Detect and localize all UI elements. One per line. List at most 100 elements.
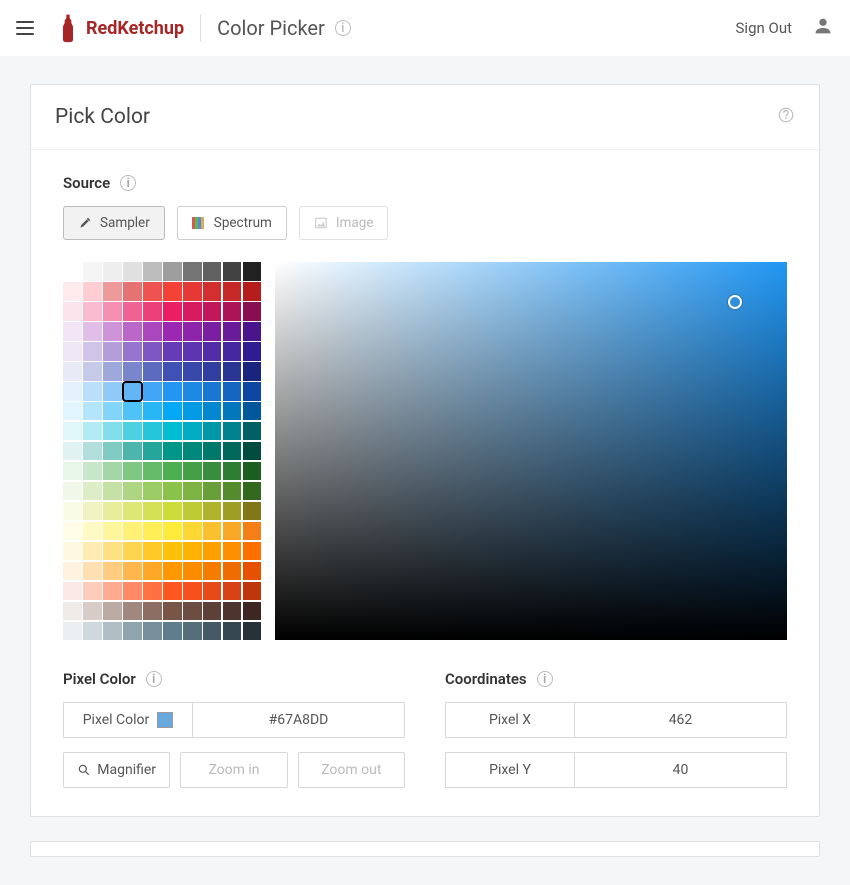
swatch[interactable] xyxy=(143,442,162,461)
swatch[interactable] xyxy=(143,282,162,301)
user-icon[interactable] xyxy=(812,15,834,41)
swatch[interactable] xyxy=(123,522,142,541)
swatch[interactable] xyxy=(243,442,262,461)
swatch[interactable] xyxy=(83,622,102,641)
swatch[interactable] xyxy=(83,422,102,441)
swatch[interactable] xyxy=(243,562,262,581)
swatch[interactable] xyxy=(163,622,182,641)
swatch[interactable] xyxy=(103,622,122,641)
swatch[interactable] xyxy=(203,322,222,341)
swatch[interactable] xyxy=(163,582,182,601)
swatch[interactable] xyxy=(63,462,82,481)
swatch[interactable] xyxy=(83,362,102,381)
swatch[interactable] xyxy=(163,362,182,381)
swatch[interactable] xyxy=(123,322,142,341)
swatch[interactable] xyxy=(83,462,102,481)
swatch[interactable] xyxy=(163,522,182,541)
swatch[interactable] xyxy=(163,462,182,481)
swatch[interactable] xyxy=(143,342,162,361)
swatch[interactable] xyxy=(123,602,142,621)
swatch[interactable] xyxy=(83,402,102,421)
swatch[interactable] xyxy=(103,402,122,421)
swatch[interactable] xyxy=(243,462,262,481)
swatch[interactable] xyxy=(203,302,222,321)
swatch[interactable] xyxy=(163,482,182,501)
swatch[interactable] xyxy=(243,262,262,281)
swatch[interactable] xyxy=(183,402,202,421)
swatch[interactable] xyxy=(223,402,242,421)
swatch[interactable] xyxy=(63,322,82,341)
swatch[interactable] xyxy=(103,302,122,321)
swatch[interactable] xyxy=(243,282,262,301)
swatch[interactable] xyxy=(163,382,182,401)
swatch[interactable] xyxy=(143,322,162,341)
swatch[interactable] xyxy=(203,462,222,481)
swatch[interactable] xyxy=(163,282,182,301)
swatch[interactable] xyxy=(243,382,262,401)
help-icon[interactable] xyxy=(777,106,795,128)
swatch[interactable] xyxy=(203,562,222,581)
swatch[interactable] xyxy=(203,482,222,501)
swatch[interactable] xyxy=(163,262,182,281)
swatch[interactable] xyxy=(143,362,162,381)
swatch[interactable] xyxy=(143,542,162,561)
swatch[interactable] xyxy=(83,542,102,561)
swatch[interactable] xyxy=(203,382,222,401)
swatch[interactable] xyxy=(203,402,222,421)
swatch[interactable] xyxy=(63,562,82,581)
swatch[interactable] xyxy=(203,282,222,301)
swatch[interactable] xyxy=(63,482,82,501)
swatch[interactable] xyxy=(163,342,182,361)
swatch[interactable] xyxy=(63,582,82,601)
swatch[interactable] xyxy=(163,602,182,621)
swatch[interactable] xyxy=(123,402,142,421)
info-icon[interactable]: i xyxy=(335,20,351,36)
swatch[interactable] xyxy=(163,442,182,461)
swatch[interactable] xyxy=(163,502,182,521)
swatch[interactable] xyxy=(163,562,182,581)
swatch[interactable] xyxy=(123,362,142,381)
swatch[interactable] xyxy=(63,382,82,401)
swatch[interactable] xyxy=(103,382,122,401)
swatch[interactable] xyxy=(223,282,242,301)
swatch[interactable] xyxy=(183,302,202,321)
swatch[interactable] xyxy=(123,442,142,461)
swatch[interactable] xyxy=(103,442,122,461)
swatch[interactable] xyxy=(163,542,182,561)
swatch[interactable] xyxy=(103,602,122,621)
swatch[interactable] xyxy=(103,322,122,341)
swatch[interactable] xyxy=(143,422,162,441)
swatch[interactable] xyxy=(183,442,202,461)
sampler-button[interactable]: Sampler xyxy=(63,206,165,240)
swatch[interactable] xyxy=(143,302,162,321)
swatch[interactable] xyxy=(63,542,82,561)
swatch[interactable] xyxy=(103,282,122,301)
swatch[interactable] xyxy=(203,362,222,381)
swatch[interactable] xyxy=(143,402,162,421)
swatch[interactable] xyxy=(183,422,202,441)
swatch[interactable] xyxy=(83,342,102,361)
swatch[interactable] xyxy=(83,322,102,341)
pixel-y-value[interactable]: 40 xyxy=(575,752,787,788)
swatch[interactable] xyxy=(123,382,142,401)
swatch[interactable] xyxy=(223,482,242,501)
swatch[interactable] xyxy=(143,382,162,401)
swatch[interactable] xyxy=(63,442,82,461)
swatch[interactable] xyxy=(143,622,162,641)
swatch[interactable] xyxy=(143,582,162,601)
swatch[interactable] xyxy=(123,262,142,281)
swatch[interactable] xyxy=(223,342,242,361)
swatch[interactable] xyxy=(243,322,262,341)
swatch[interactable] xyxy=(63,602,82,621)
sign-out-link[interactable]: Sign Out xyxy=(736,19,792,37)
swatch[interactable] xyxy=(223,582,242,601)
swatch[interactable] xyxy=(243,582,262,601)
swatch[interactable] xyxy=(243,302,262,321)
swatch[interactable] xyxy=(63,362,82,381)
info-icon[interactable]: i xyxy=(537,671,553,687)
swatch[interactable] xyxy=(223,302,242,321)
swatch[interactable] xyxy=(123,462,142,481)
swatch[interactable] xyxy=(163,302,182,321)
swatch[interactable] xyxy=(83,582,102,601)
swatch[interactable] xyxy=(143,562,162,581)
